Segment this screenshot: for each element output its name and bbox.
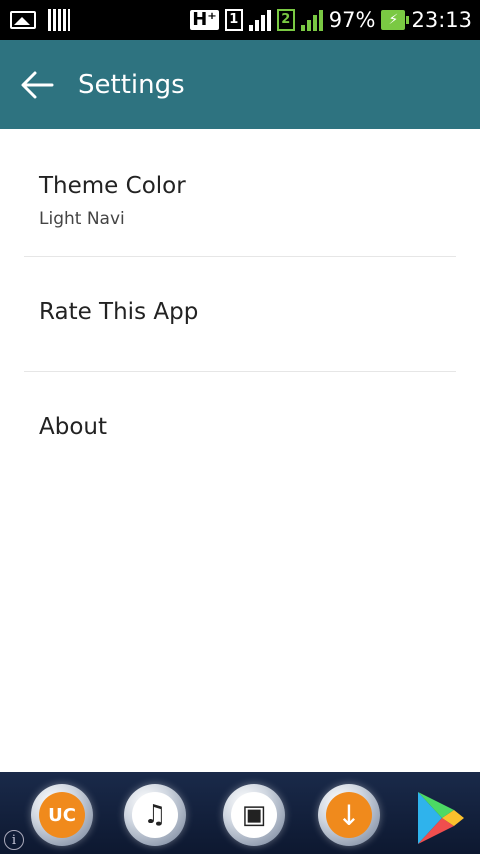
play-store-icon[interactable] xyxy=(412,788,468,848)
setting-title: Rate This App xyxy=(39,299,199,325)
sim1-icon: 1 xyxy=(224,9,243,31)
download-arrow-icon: ↓ xyxy=(326,792,372,838)
status-bar-notifications xyxy=(10,0,70,40)
setting-subtitle: Light Navi xyxy=(39,209,125,229)
bottom-dock: UC ♫ ▣ ↓ i xyxy=(0,772,480,854)
back-arrow-icon[interactable] xyxy=(20,70,54,100)
setting-theme-color[interactable]: Theme Color Light Navi xyxy=(0,129,480,256)
status-bar: H⁺ 1 2 97% ⚡ 23:13 xyxy=(0,0,480,40)
signal-strength-sim2-icon xyxy=(300,9,323,31)
video-button[interactable]: ▣ xyxy=(223,784,285,846)
network-type-icon: H⁺ xyxy=(190,9,219,30)
gallery-notification-icon xyxy=(10,11,36,29)
uc-browser-button[interactable]: UC xyxy=(31,784,93,846)
battery-charging-icon: ⚡ xyxy=(381,10,410,30)
music-button[interactable]: ♫ xyxy=(124,784,186,846)
settings-list: Theme Color Light Navi Rate This App Abo… xyxy=(0,129,480,486)
signal-strength-icon xyxy=(248,9,271,31)
page-title: Settings xyxy=(78,69,185,100)
setting-title: Theme Color xyxy=(39,173,186,199)
setting-title: About xyxy=(39,414,108,440)
uc-browser-icon: UC xyxy=(39,792,85,838)
sim2-icon: 2 xyxy=(276,9,295,31)
clock: 23:13 xyxy=(411,8,472,32)
info-icon[interactable]: i xyxy=(4,830,24,850)
film-icon: ▣ xyxy=(231,792,277,838)
battery-percent: 97% xyxy=(328,8,376,32)
app-bar: Settings xyxy=(0,40,480,129)
music-note-icon: ♫ xyxy=(132,792,178,838)
download-button[interactable]: ↓ xyxy=(318,784,380,846)
status-bar-system: H⁺ 1 2 97% ⚡ 23:13 xyxy=(190,0,472,40)
setting-about[interactable]: About xyxy=(0,372,480,486)
setting-rate-app[interactable]: Rate This App xyxy=(0,257,480,371)
barcode-notification-icon xyxy=(48,9,70,31)
